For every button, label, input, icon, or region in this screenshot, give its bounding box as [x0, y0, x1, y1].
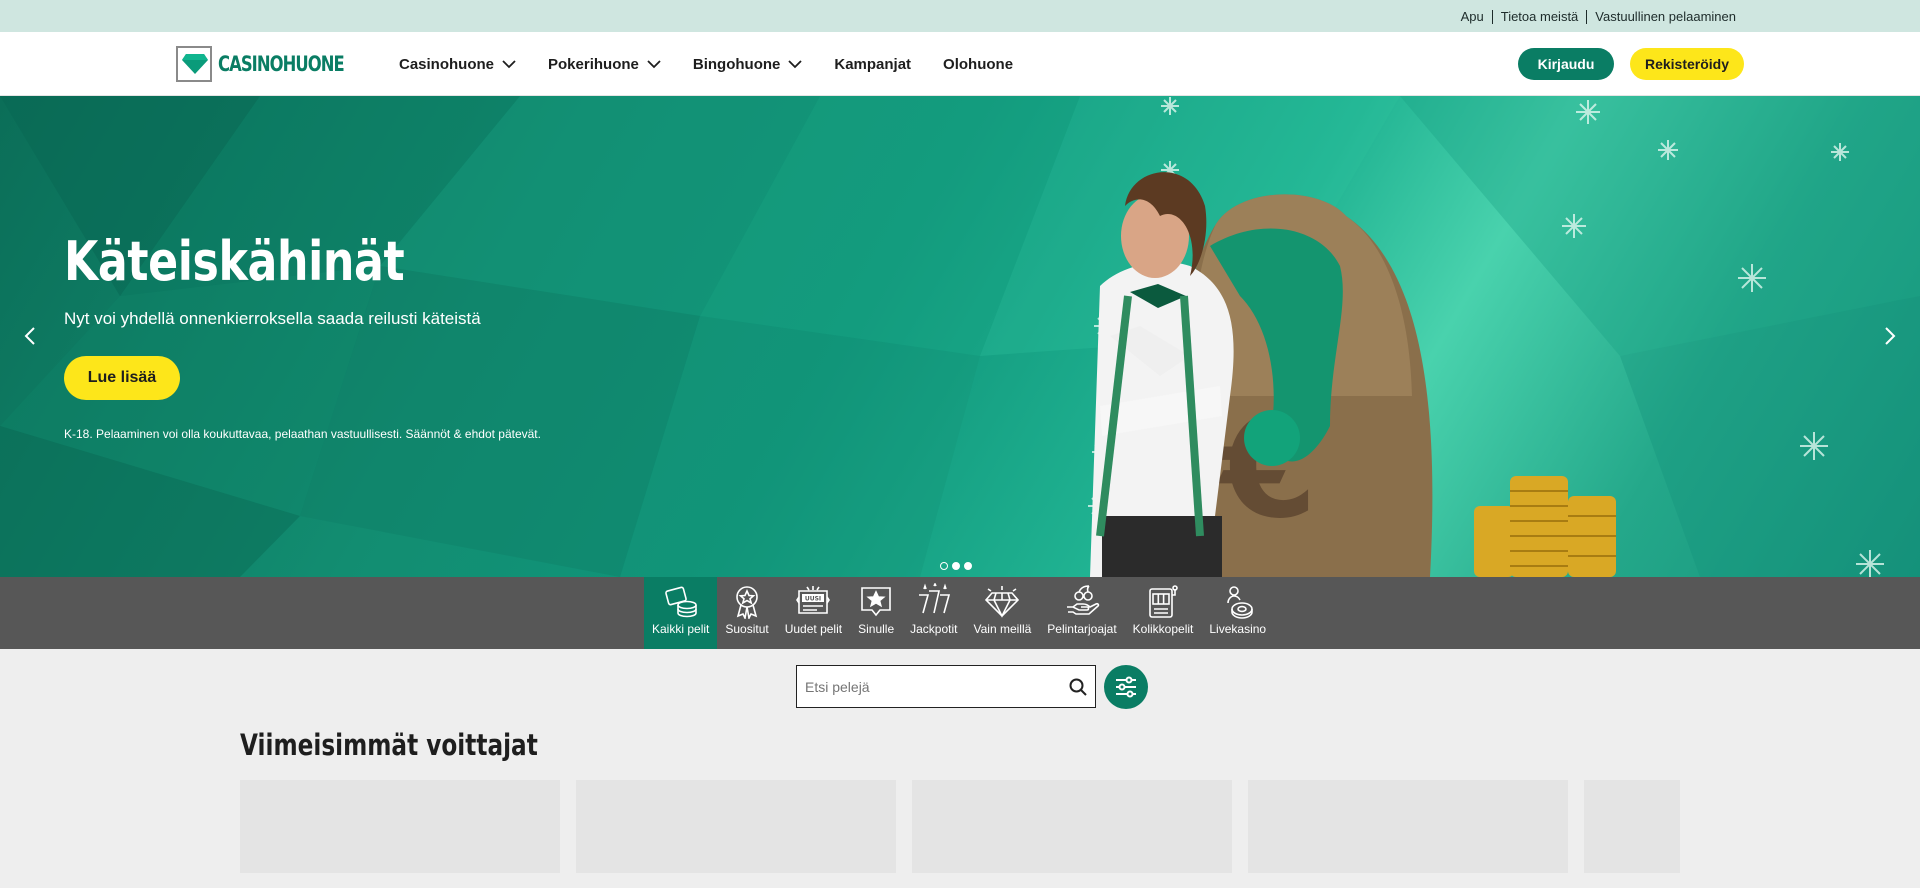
chips-icon [664, 586, 697, 618]
category-all-games[interactable]: Kaikki pelit [644, 577, 718, 649]
winner-card-placeholder[interactable] [1248, 780, 1568, 873]
sevens-icon [918, 583, 950, 614]
category-label: Suositut [725, 622, 769, 636]
winner-card-placeholder[interactable] [1584, 780, 1680, 873]
carousel-dots [940, 562, 972, 570]
star-bubble-icon [861, 587, 891, 617]
utility-links: Apu Tietoa meistä Vastuullinen pelaamine… [1453, 9, 1744, 24]
category-slots[interactable]: Kolikkopelit [1125, 577, 1202, 649]
search-input[interactable] [797, 666, 1061, 707]
category-label: Vain meillä [973, 622, 1032, 636]
carousel-dot[interactable] [940, 562, 948, 570]
slot-machine-icon [1149, 585, 1178, 618]
category-for-you[interactable]: Sinulle [850, 577, 902, 649]
category-jackpots[interactable]: Jackpotit [902, 577, 965, 649]
diamond-icon [985, 586, 1020, 618]
game-search [796, 665, 1096, 708]
login-button[interactable]: Kirjaudu [1518, 48, 1614, 80]
read-more-button[interactable]: Lue lisää [64, 356, 180, 400]
nav-label: Pokerihuone [548, 55, 639, 73]
category-label: Sinulle [858, 622, 895, 636]
nav-casinohuone[interactable]: Casinohuone [399, 56, 516, 73]
carousel-dot[interactable] [964, 562, 972, 570]
hero-illustration: € [1040, 96, 1920, 577]
nav-bingohuone[interactable]: Bingohuone [693, 56, 802, 73]
hand-cherries-icon [1066, 585, 1100, 615]
new-badge-icon: UUSI [796, 586, 831, 614]
category-providers[interactable]: Pelintarjoajat [1039, 577, 1124, 649]
category-label: Kolikkopelit [1132, 622, 1194, 636]
winner-card-placeholder[interactable] [912, 780, 1232, 873]
category-live-casino[interactable]: Livekasino [1201, 577, 1274, 649]
category-list: Kaikki pelit Suositut UUSI Uudet pelit S… [644, 577, 1274, 649]
about-link[interactable]: Tietoa meistä [1493, 9, 1587, 24]
register-button[interactable]: Rekisteröidy [1630, 48, 1744, 80]
chevron-left-icon [24, 327, 35, 345]
site-logo[interactable]: CASINOHUONE [176, 46, 379, 82]
nav-label: Casinohuone [399, 55, 495, 73]
filter-button[interactable] [1104, 665, 1148, 709]
winner-card-placeholder[interactable] [240, 780, 560, 873]
award-icon [736, 586, 758, 619]
diamond-logo-icon [176, 46, 212, 82]
nav-label: Bingohuone [692, 55, 781, 73]
carousel-next-button[interactable] [1876, 322, 1904, 350]
category-popular[interactable]: Suositut [717, 577, 776, 649]
latest-winners-carousel [240, 780, 1680, 873]
carousel-prev-button[interactable] [16, 322, 44, 350]
responsible-gaming-link[interactable]: Vastuullinen pelaaminen [1587, 9, 1744, 24]
category-label: Jackpotit [910, 622, 958, 636]
nav-label: Kampanjat [834, 55, 912, 73]
carousel-dot-active[interactable] [952, 562, 960, 570]
winner-card-placeholder[interactable] [576, 780, 896, 873]
category-label: Kaikki pelit [652, 622, 710, 636]
category-new-games[interactable]: UUSI Uudet pelit [777, 577, 850, 649]
nav-kampanjat[interactable]: Kampanjat [834, 56, 911, 73]
new-badge-text: UUSI [805, 596, 821, 603]
main-nav: Casinohuone Pokerihuone Bingohuone Kampa… [399, 32, 1045, 96]
hero-banner: € Käteiskähinät Nyt voi yhdellä onnenkie… [0, 96, 1920, 577]
hero-disclaimer: K-18. Pelaaminen voi olla koukuttavaa, p… [64, 427, 541, 441]
category-exclusive[interactable]: Vain meillä [965, 577, 1039, 649]
search-icon[interactable] [1061, 678, 1095, 696]
chevron-down-icon [647, 59, 661, 68]
nav-olohuone[interactable]: Olohuone [943, 56, 1013, 73]
chevron-down-icon [788, 59, 802, 68]
logo-text: CASINOHUONE [218, 52, 345, 76]
nav-label: Olohuone [943, 55, 1014, 73]
latest-winners-title: Viimeisimmät voittajat [240, 728, 538, 762]
category-label: Livekasino [1209, 622, 1267, 636]
category-label: Uudet pelit [784, 622, 843, 636]
chevron-right-icon [1885, 327, 1896, 345]
category-label: Pelintarjoajat [1047, 622, 1117, 636]
site-header: CASINOHUONE Casinohuone Pokerihuone Bing… [0, 32, 1920, 96]
chevron-down-icon [502, 59, 516, 68]
live-dealer-icon [1226, 586, 1253, 619]
nav-pokerihuone[interactable]: Pokerihuone [548, 56, 661, 73]
game-category-bar: Kaikki pelit Suositut UUSI Uudet pelit S… [0, 577, 1920, 649]
hero-subtitle: Nyt voi yhdellä onnenkierroksella saada … [64, 309, 481, 328]
help-link[interactable]: Apu [1453, 9, 1492, 24]
sliders-icon [1116, 676, 1136, 698]
hero-title: Käteiskähinät [64, 230, 405, 293]
utility-bar: Apu Tietoa meistä Vastuullinen pelaamine… [0, 0, 1920, 32]
